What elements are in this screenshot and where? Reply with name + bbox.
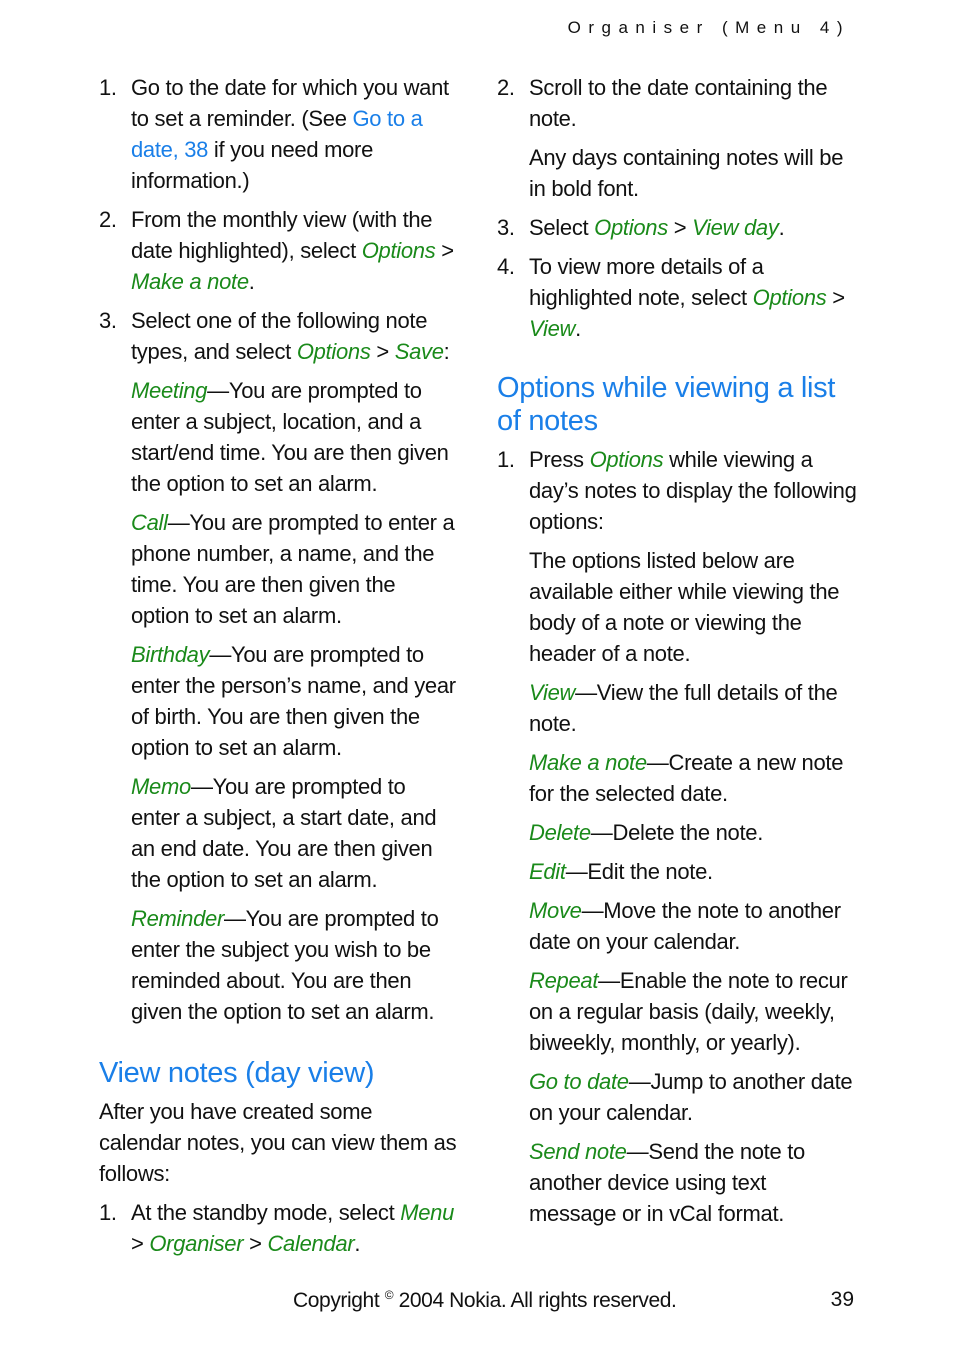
copyright-symbol: © [384, 1288, 394, 1302]
step-2: 2. From the monthly view (with the date … [99, 204, 459, 297]
term: Memo [131, 774, 191, 799]
term: Go to date [529, 1069, 629, 1094]
option-go-to-date: Go to date—Jump to another date on your … [497, 1066, 857, 1128]
description: —Delete the note. [590, 820, 764, 845]
menu-term-save: Save [394, 339, 444, 364]
term: Call [131, 510, 168, 535]
step-3: 3. Select one of the following note type… [99, 305, 459, 367]
step-text: Scroll to the date containing the note. [529, 75, 828, 131]
menu-term-view: View [529, 316, 576, 341]
option-repeat: Repeat—Enable the note to recur on a reg… [497, 965, 857, 1058]
option-view: View—View the full details of the note. [497, 677, 857, 739]
separator: > [435, 238, 454, 263]
step-number: 3. [99, 308, 117, 333]
section-title-view-notes: View notes (day view) [99, 1057, 375, 1089]
step-number: 4. [497, 254, 515, 279]
section-intro: After you have created some calendar not… [99, 1099, 457, 1186]
step-text: : [443, 339, 450, 364]
term: Reminder [131, 906, 224, 931]
menu-term-organiser: Organiser [149, 1231, 244, 1256]
step-text: To view more details of a highlighted no… [529, 254, 764, 310]
option-move: Move—Move the note to another date on yo… [497, 895, 857, 957]
step-number: 1. [99, 75, 117, 100]
step-number: 3. [497, 215, 515, 240]
view-step-3: 3. Select Options > View day. [497, 212, 857, 243]
separator: > [370, 339, 395, 364]
section-title-options: Options while viewing a list of notes [497, 372, 836, 437]
option-make-a-note: Make a note—Create a new note for the se… [497, 747, 857, 809]
separator: > [131, 1231, 150, 1256]
step-number: 1. [497, 447, 515, 472]
right-column: 2. Scroll to the date containing the not… [497, 72, 857, 1237]
step-number: 2. [99, 207, 117, 232]
separator: > [243, 1231, 268, 1256]
options-note: The options listed below are available e… [529, 548, 840, 666]
step-number: 2. [497, 75, 515, 100]
menu-term-menu: Menu [400, 1200, 455, 1225]
note-type-reminder: Reminder—You are prompted to enter the s… [99, 903, 459, 1027]
term: Move [529, 898, 582, 923]
options-step-1: 1. Press Options while viewing a day’s n… [497, 444, 857, 537]
menu-term-options: Options [752, 285, 827, 310]
description: —View the full details of the note. [529, 680, 838, 736]
term: Birthday [131, 642, 210, 667]
step-text: Press [529, 447, 590, 472]
note-type-birthday: Birthday—You are prompted to enter the p… [99, 639, 459, 763]
page-number: 39 [830, 1288, 854, 1311]
menu-term-make-a-note: Make a note [131, 269, 249, 294]
menu-term-options: Options [589, 447, 664, 472]
term: Repeat [529, 968, 599, 993]
step-2-note: Any days containing notes will be in bol… [529, 145, 844, 201]
view-step-4: 4. To view more details of a highlighted… [497, 251, 857, 344]
copyright-text: 2004 Nokia. All rights reserved. [393, 1289, 677, 1312]
option-send-note: Send note—Send the note to another devic… [497, 1136, 857, 1229]
step-text: Select [529, 215, 595, 240]
copyright-text: Copyright [293, 1289, 385, 1312]
step-text: . [575, 316, 581, 341]
step-1: 1. Go to the date for which you want to … [99, 72, 459, 196]
view-step-2: 2. Scroll to the date containing the not… [497, 72, 857, 134]
term: Delete [529, 820, 591, 845]
view-step-1: 1. At the standby mode, select Menu > Or… [99, 1197, 459, 1259]
menu-term-options: Options [361, 238, 436, 263]
menu-term-options: Options [594, 215, 668, 240]
separator: > [826, 285, 845, 310]
step-text: At the standby mode, select [131, 1200, 401, 1225]
description: —Edit the note. [565, 859, 713, 884]
term: View [529, 680, 576, 705]
step-text: . [778, 215, 785, 240]
separator: > [667, 215, 693, 240]
left-column: 1. Go to the date for which you want to … [99, 72, 459, 1267]
copyright-footer: Copyright © 2004 Nokia. All rights reser… [293, 1288, 677, 1313]
note-type-meeting: Meeting—You are prompted to enter a subj… [99, 375, 459, 499]
menu-term-options: Options [296, 339, 371, 364]
term: Edit [529, 859, 566, 884]
note-type-memo: Memo—You are prompted to enter a subject… [99, 771, 459, 895]
step-text: . [354, 1231, 361, 1256]
note-type-call: Call—You are prompted to enter a phone n… [99, 507, 459, 631]
running-head: Organiser (Menu 4) [567, 18, 850, 37]
term: Meeting [131, 378, 208, 403]
menu-term-calendar: Calendar [267, 1231, 355, 1256]
term: Make a note [529, 750, 647, 775]
menu-term-view-day: View day [692, 215, 779, 240]
option-delete: Delete—Delete the note. [497, 817, 857, 848]
step-text: . [248, 269, 255, 294]
step-number: 1. [99, 1200, 117, 1225]
description: —You are prompted to enter a phone numbe… [131, 510, 455, 628]
option-edit: Edit—Edit the note. [497, 856, 857, 887]
term: Send note [529, 1139, 627, 1164]
